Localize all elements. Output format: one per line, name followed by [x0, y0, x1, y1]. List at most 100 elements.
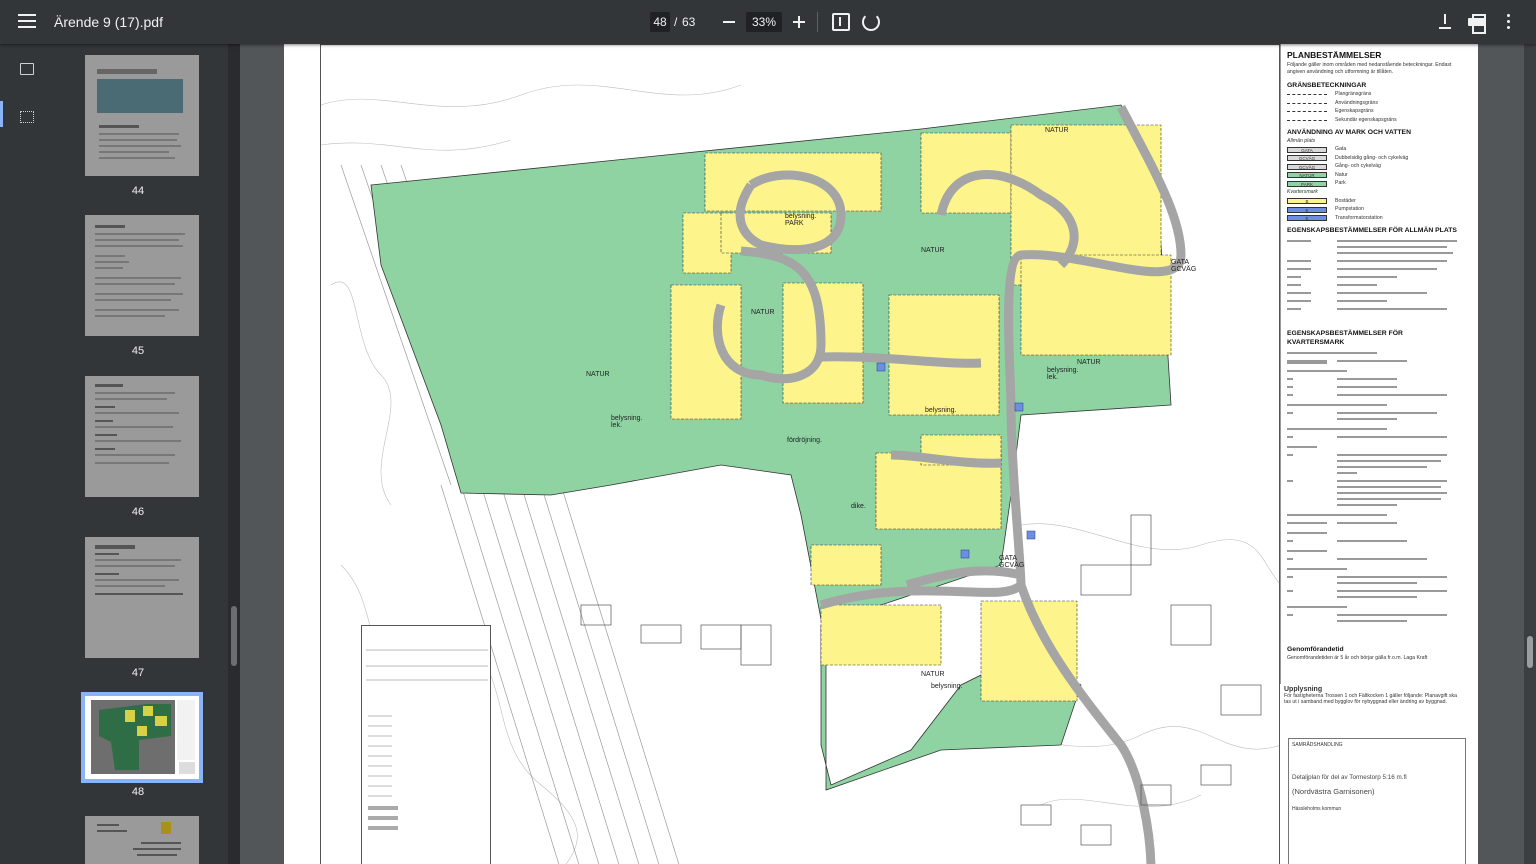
- legend-title: PLANBESTÄMMELSER: [1287, 50, 1382, 60]
- viewer-scrollbar[interactable]: [1524, 44, 1536, 864]
- thumbnail-page-45[interactable]: [85, 215, 199, 336]
- pdf-page: NATUR NATUR NATUR NATUR NATUR NATUR bely…: [284, 44, 1478, 864]
- legend-kv-label: Bostäder: [1335, 197, 1356, 204]
- rail-active-indicator: [0, 101, 3, 127]
- legend-grans-row: Sekundär egenskapsgräns: [1287, 117, 1462, 124]
- legend-egen-kv-text-lines: [1287, 352, 1447, 623]
- thumbnail-45-preview: [85, 215, 199, 336]
- page-number-input[interactable]: 48: [650, 12, 670, 32]
- inset-legend-lines: [366, 649, 488, 830]
- map-label-natur-5: NATUR: [921, 671, 945, 678]
- thumbnail-label-47: 47: [131, 667, 145, 679]
- thumbnail-label-44: 44: [131, 185, 145, 197]
- thumbnails-icon[interactable]: [20, 63, 34, 75]
- detail-plan-map: NATUR NATUR NATUR NATUR NATUR NATUR bely…: [320, 44, 1280, 864]
- map-label-dike: dike.: [851, 503, 866, 510]
- legend-section-grans: GRÄNSBETECKNINGAR: [1287, 81, 1367, 89]
- legend-grans-row: Egenskapsgräns: [1287, 108, 1462, 115]
- thumbnail-page-49[interactable]: [85, 816, 199, 864]
- thumbnail-46-preview: [85, 376, 199, 497]
- sidebar-scrollbar[interactable]: [228, 44, 240, 864]
- legend-anv-label: Gång- och cykelväg: [1335, 163, 1381, 170]
- legend-swatch: NATUR: [1287, 172, 1327, 179]
- outline-icon[interactable]: [20, 111, 34, 123]
- menu-icon[interactable]: [14, 11, 40, 33]
- toolbar-divider: [817, 12, 818, 32]
- upplysning-title: Upplysning: [1284, 686, 1323, 693]
- title-block-plan-name: Detaljplan för del av Tormestorp 5:16 m.…: [1292, 774, 1407, 781]
- legend-grans-label: Egenskapsgräns: [1335, 108, 1374, 115]
- legend-grans-label: Användningsgräns: [1335, 99, 1378, 106]
- zoom-level-input[interactable]: 33%: [746, 12, 782, 32]
- document-viewer[interactable]: NATUR NATUR NATUR NATUR NATUR NATUR bely…: [240, 44, 1524, 864]
- legend-grans-label: Sekundär egenskapsgräns: [1335, 116, 1397, 123]
- legend-swatch: E: [1287, 215, 1327, 222]
- legend-anv-label: Natur: [1335, 171, 1348, 178]
- grans-line-icon: [1287, 102, 1327, 104]
- map-label-gata-1: GATA GCVÄG: [1171, 259, 1197, 273]
- legend-swatch: GCVÄG: [1287, 155, 1327, 162]
- legend-swatch: E: [1287, 206, 1327, 213]
- thumbnail-label-46: 46: [131, 506, 145, 518]
- rotate-icon[interactable]: [862, 13, 880, 31]
- legend-section-anv: ANVÄNDNING AV MARK OCH VATTEN: [1287, 128, 1411, 136]
- legend-swatch: GATA: [1287, 146, 1327, 153]
- legend-kvarter-sub: Kvartersmark: [1287, 189, 1318, 195]
- thumbnail-44-preview: [85, 55, 199, 176]
- map-label-natur-1: NATUR: [586, 371, 610, 378]
- map-label-fordrojning: fördröjning.: [787, 437, 823, 444]
- legend-section-genom: Genomförandetid: [1287, 646, 1344, 654]
- sidebar-scrollbar-thumb[interactable]: [231, 606, 237, 666]
- pdf-toolbar: Ärende 9 (17).pdf 48 / 63 33%: [0, 0, 1536, 44]
- legend-anv-label: Dubbelsidig gång- och cykelväg: [1335, 154, 1409, 161]
- legend-swatch: GCVÄG: [1287, 163, 1327, 170]
- viewer-scrollbar-thumb[interactable]: [1527, 636, 1533, 668]
- map-label-belysning-2: belysning.: [931, 683, 963, 690]
- map-inset-legend: [361, 625, 491, 864]
- map-label-natur-3: NATUR: [921, 247, 945, 254]
- upplysning-text: För fastigheterna Trossen 1 och Fältkock…: [1284, 693, 1458, 705]
- map-label-park: belysning. PARK: [785, 213, 817, 227]
- zoom-in-button[interactable]: [790, 12, 808, 32]
- legend-kv-label: Transformatorstation: [1335, 214, 1383, 221]
- map-label-natur-6: NATUR: [1045, 127, 1069, 134]
- map-label-natur-4: NATUR: [1077, 359, 1101, 366]
- zoom-out-button[interactable]: [720, 12, 738, 32]
- thumbnail-page-47[interactable]: [85, 537, 199, 658]
- grans-line-icon: [1287, 119, 1327, 121]
- map-label-gata-2: GATA GCVÄG: [999, 555, 1025, 569]
- map-label-natur-2: NATUR: [751, 309, 775, 316]
- thumbnail-label-48: 48: [131, 786, 145, 798]
- thumbnail-47-preview: [85, 537, 199, 658]
- total-pages: 63: [682, 15, 696, 29]
- legend-kv-label: Pumpstation: [1335, 206, 1364, 213]
- legend-anv-row: PARK Park: [1287, 180, 1462, 187]
- legend-grans-label: Plangränsgräns: [1335, 91, 1372, 98]
- thumbnail-49-preview: [85, 816, 199, 864]
- title-block-kommun: Hässleholms kommun: [1292, 806, 1342, 812]
- plan-title-block: SAMRÅDSHANDLING Detaljplan för del av To…: [1288, 738, 1466, 864]
- legend-section-egen-kv: EGENSKAPSBESTÄMMELSER FÖR KVARTERSMARK: [1287, 329, 1403, 346]
- legend-anv-row: GATA Gata: [1287, 146, 1462, 153]
- more-vert-icon[interactable]: [1502, 12, 1514, 32]
- download-icon[interactable]: [1436, 12, 1454, 32]
- thumbnail-page-46[interactable]: [85, 376, 199, 497]
- legend-grans-row: Användningsgräns: [1287, 100, 1462, 107]
- grans-line-icon: [1287, 94, 1327, 96]
- upplysning-box: Upplysning För fastigheterna Trossen 1 o…: [1284, 686, 1464, 705]
- legend-anv-sub: Allmän plats: [1287, 137, 1316, 144]
- legend-anv-label: Park: [1335, 180, 1346, 187]
- thumbnail-page-44[interactable]: [85, 55, 199, 176]
- legend-anv-row: NATUR Natur: [1287, 172, 1462, 179]
- legend-genom-text: Genomförandetiden är 5 år och börjar gäl…: [1287, 655, 1428, 662]
- thumbnail-label-45: 45: [131, 345, 145, 357]
- grans-line-icon: [1287, 111, 1327, 113]
- legend-swatch: PARK: [1287, 180, 1327, 187]
- print-icon[interactable]: [1468, 14, 1486, 34]
- legend-kv-row: E Pumpstation: [1287, 206, 1462, 213]
- page-separator: /: [674, 15, 678, 29]
- left-rail: [0, 44, 48, 864]
- thumbnail-sidebar: 44 45 46 47 48: [48, 44, 228, 864]
- thumbnail-page-48[interactable]: [81, 692, 203, 783]
- fit-to-page-icon[interactable]: [832, 13, 850, 31]
